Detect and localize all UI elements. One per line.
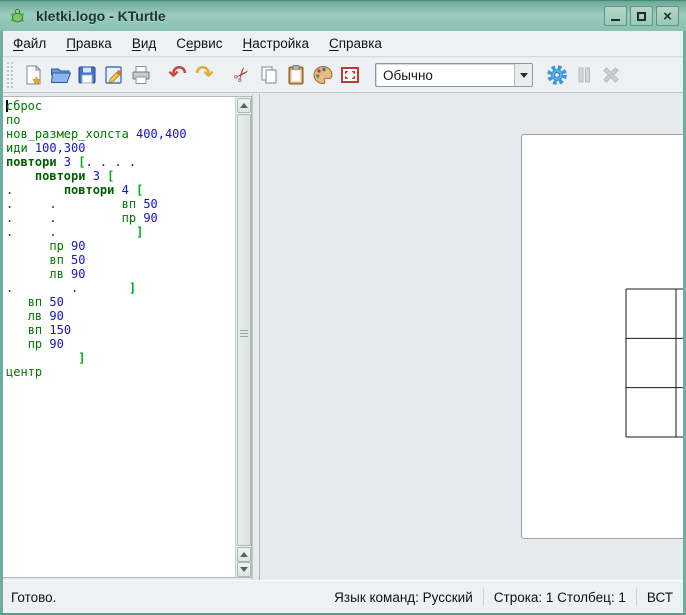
palette-icon	[312, 64, 334, 86]
code-line: центр	[6, 365, 235, 379]
save-icon	[76, 64, 98, 86]
code-line: нов_размер_холста 400,400	[6, 127, 235, 141]
code-line: . повтори 4 [	[6, 183, 235, 197]
menubar: ФайлПравкаВидСервисНастройкаСправка	[3, 31, 683, 57]
kturtle-window: kletki.logo - KTurtle × ФайлПравкаВидСер…	[0, 0, 686, 615]
menu-file[interactable]: Файл	[3, 33, 56, 54]
scroll-up-icon[interactable]	[237, 547, 251, 562]
maximize-button[interactable]	[630, 6, 653, 26]
menu-help[interactable]: Справка	[319, 33, 392, 54]
turtle-canvas	[521, 134, 686, 539]
code-area[interactable]: сброспонов_размер_холста 400,400иди 100,…	[3, 97, 235, 577]
close-button[interactable]: ×	[656, 6, 679, 26]
menu-edit[interactable]: Правка	[56, 33, 122, 54]
code-line: пр 90	[6, 239, 235, 253]
edit-button[interactable]	[100, 62, 127, 89]
editor-scrollbar[interactable]	[235, 97, 251, 577]
code-line: . . ]	[6, 225, 235, 239]
run-gear-icon	[546, 64, 568, 86]
save-button[interactable]	[73, 62, 100, 89]
print-button[interactable]	[127, 62, 154, 89]
code-line: повтори 3 [. . . .	[6, 155, 235, 169]
code-line: лв 90	[6, 309, 235, 323]
code-line: по	[6, 113, 235, 127]
open-folder-icon	[49, 64, 71, 86]
new-file-button[interactable]	[19, 62, 46, 89]
print-icon	[130, 64, 152, 86]
toolbar: ↶ ↷ ✂ Обычно	[3, 58, 683, 93]
code-line: . . ]	[6, 281, 235, 295]
cut-button[interactable]: ✂	[228, 62, 255, 89]
code-line: вп 50	[6, 253, 235, 267]
toolbar-drag-handle[interactable]	[6, 61, 13, 89]
fullscreen-icon	[339, 64, 361, 86]
run-button[interactable]	[543, 62, 570, 89]
code-line: ]	[6, 351, 235, 365]
code-line: . . вп 50	[6, 197, 235, 211]
code-editor[interactable]: сброспонов_размер_холста 400,400иди 100,…	[3, 96, 252, 578]
open-button[interactable]	[46, 62, 73, 89]
undo-button[interactable]: ↶	[164, 62, 191, 89]
scroll-up-icon[interactable]	[237, 98, 251, 113]
pause-icon	[573, 64, 595, 86]
menu-tools[interactable]: Сервис	[166, 33, 232, 54]
titlebar[interactable]: kletki.logo - KTurtle ×	[0, 1, 686, 31]
redo-button[interactable]: ↷	[191, 62, 218, 89]
splitter-handle[interactable]	[252, 94, 260, 580]
menu-settings[interactable]: Настройка	[233, 33, 319, 54]
window-title: kletki.logo - KTurtle	[36, 8, 166, 24]
fullscreen-button[interactable]	[336, 62, 363, 89]
speed-select[interactable]: Обычно	[375, 63, 533, 87]
code-line: повтори 3 [	[6, 169, 235, 183]
code-line: . . пр 90	[6, 211, 235, 225]
code-line: иди 100,300	[6, 141, 235, 155]
canvas-panel	[260, 94, 683, 580]
statusbar: Готово. Язык команд: Русский Строка: 1 С…	[3, 580, 683, 613]
copy-icon	[258, 64, 280, 86]
new-file-icon	[22, 64, 44, 86]
stop-icon	[600, 64, 622, 86]
copy-button[interactable]	[255, 62, 282, 89]
scroll-down-icon[interactable]	[237, 562, 251, 577]
code-line: вп 50	[6, 295, 235, 309]
speed-select-value: Обычно	[376, 68, 514, 83]
code-line: вп 150	[6, 323, 235, 337]
window-border-left	[0, 31, 3, 613]
colors-button[interactable]	[309, 62, 336, 89]
scrollbar-thumb[interactable]	[237, 114, 251, 546]
code-line: сброс	[6, 99, 235, 113]
chevron-down-icon	[514, 64, 532, 86]
main-area: сброспонов_размер_холста 400,400иди 100,…	[3, 94, 683, 580]
code-line: лв 90	[6, 267, 235, 281]
cut-icon: ✂	[234, 64, 250, 86]
pause-button	[570, 62, 597, 89]
titlebar-buttons: ×	[604, 6, 679, 26]
stop-button	[597, 62, 624, 89]
minimize-button[interactable]	[604, 6, 627, 26]
redo-icon: ↷	[195, 64, 213, 86]
paste-icon	[285, 64, 307, 86]
status-message: Готово.	[3, 590, 66, 605]
undo-icon: ↶	[168, 64, 186, 86]
paste-button[interactable]	[282, 62, 309, 89]
status-language: Язык команд: Русский	[324, 590, 483, 605]
menu-view[interactable]: Вид	[122, 33, 166, 54]
edit-icon	[103, 64, 125, 86]
status-insert-mode: ВСТ	[637, 590, 683, 605]
status-cursor-position: Строка: 1 Столбец: 1	[484, 590, 636, 605]
turtle-icon	[9, 8, 26, 25]
code-line: пр 90	[6, 337, 235, 351]
